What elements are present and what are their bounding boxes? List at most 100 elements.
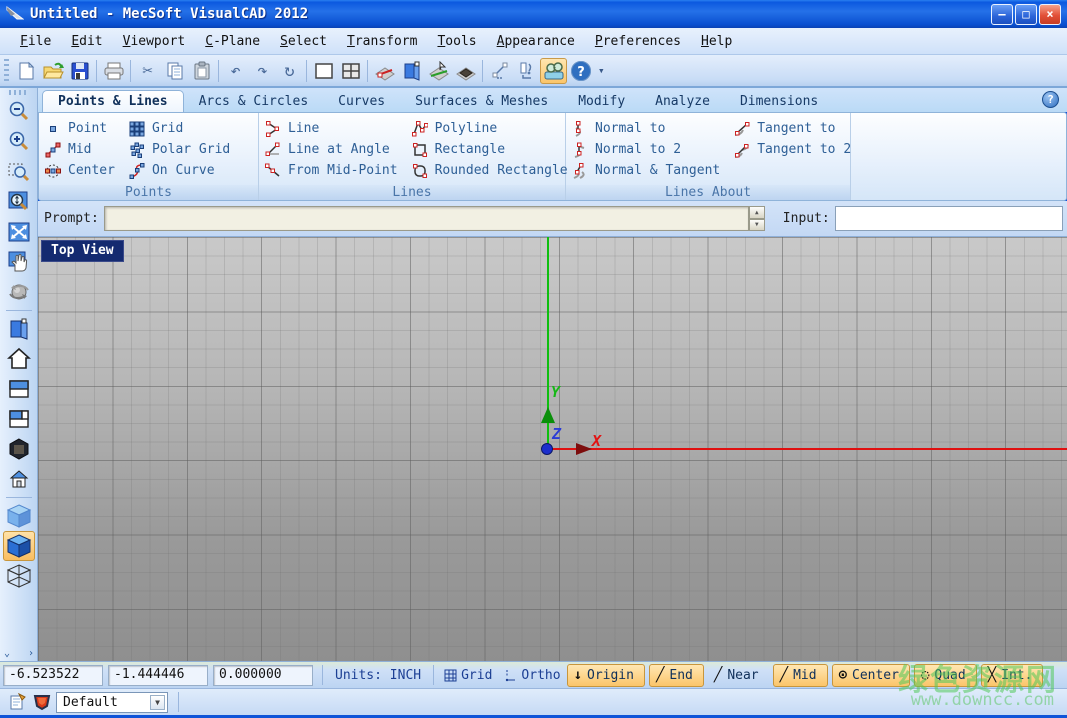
prompt-spinner[interactable]: ▲ ▼ xyxy=(749,206,765,231)
tab-arcs-circles[interactable]: Arcs & Circles xyxy=(184,91,324,112)
menu-file[interactable]: File xyxy=(10,31,61,52)
tab-modify[interactable]: Modify xyxy=(563,91,640,112)
sidebar-scroll-down-icon[interactable]: › xyxy=(28,648,34,659)
zoom-window-button[interactable] xyxy=(3,157,35,187)
ribbon-item-mid[interactable]: Mid xyxy=(45,139,115,160)
four-viewport-button[interactable] xyxy=(337,58,364,84)
menu-select[interactable]: Select xyxy=(270,31,337,52)
ribbon-item-rectangle[interactable]: Rectangle xyxy=(412,139,568,160)
ortho-toggle[interactable]: Ortho xyxy=(504,668,560,683)
repeat-button[interactable]: ↻ xyxy=(276,58,303,84)
save-button[interactable] xyxy=(66,58,93,84)
ribbon-item-tangent-to-2[interactable]: Tangent to 2 xyxy=(734,139,851,160)
cplane-pick-button[interactable] xyxy=(425,58,452,84)
tab-surfaces-meshes[interactable]: Surfaces & Meshes xyxy=(400,91,563,112)
menu-appearance[interactable]: Appearance xyxy=(487,31,585,52)
tab-dimensions[interactable]: Dimensions xyxy=(725,91,833,112)
tab-points-lines[interactable]: Points & Lines xyxy=(42,90,184,112)
input-field[interactable] xyxy=(835,206,1063,231)
new-file-button[interactable] xyxy=(12,58,39,84)
single-viewport-button[interactable] xyxy=(310,58,337,84)
y-axis-arrow-icon xyxy=(541,407,555,423)
snap-quad-button[interactable]: ◌ Quad xyxy=(914,664,977,687)
box-view-button[interactable] xyxy=(3,314,35,344)
undo-button[interactable]: ↶ xyxy=(222,58,249,84)
tab-curves[interactable]: Curves xyxy=(323,91,400,112)
menu-edit[interactable]: Edit xyxy=(61,31,112,52)
snap-origin-button[interactable]: ↓ Origin xyxy=(567,664,645,687)
layer-color-button[interactable] xyxy=(30,691,54,713)
zoom-out-button[interactable] xyxy=(3,97,35,127)
ribbon-item-point[interactable]: Point xyxy=(45,118,115,139)
ribbon-item-line[interactable]: Line xyxy=(265,118,398,139)
maximize-button[interactable]: □ xyxy=(1015,4,1037,25)
rotate-view-button[interactable] xyxy=(3,277,35,307)
dark-box-view-button[interactable] xyxy=(3,434,35,464)
menu-tools[interactable]: Tools xyxy=(427,31,486,52)
sidebar-scroll-up-icon[interactable]: ⌄ xyxy=(4,648,10,659)
open-file-button[interactable] xyxy=(39,58,66,84)
ribbon-item-line-at-angle[interactable]: Line at Angle xyxy=(265,139,398,160)
snap-end-button[interactable]: ╱ End xyxy=(649,664,704,687)
house-3d-view-button[interactable] xyxy=(3,464,35,494)
snap-center-button[interactable]: ⊙ Center xyxy=(832,664,910,687)
ribbon-help-icon[interactable]: ? xyxy=(1042,91,1059,108)
layer-dropdown[interactable]: Default ▼ xyxy=(56,692,168,713)
ribbon-item-from-mid-point[interactable]: From Mid-Point xyxy=(265,160,398,181)
layer-properties-button[interactable] xyxy=(6,691,30,713)
zoom-in-button[interactable] xyxy=(3,127,35,157)
spinner-down-icon[interactable]: ▼ xyxy=(749,219,765,232)
ribbon-item-polar-grid[interactable]: Polar Grid xyxy=(129,139,230,160)
world-cplane-button[interactable] xyxy=(452,58,479,84)
menu-cplane[interactable]: C-Plane xyxy=(195,31,270,52)
view-box-button[interactable] xyxy=(398,58,425,84)
zoom-selected-button[interactable] xyxy=(3,187,35,217)
ribbon-item-normal-tangent[interactable]: Normal & Tangent xyxy=(572,160,720,181)
viewport-canvas[interactable]: Top View X Y Z xyxy=(38,237,1067,661)
close-button[interactable]: × xyxy=(1039,4,1061,25)
home-view-button[interactable] xyxy=(3,344,35,374)
stretch-points-button[interactable] xyxy=(486,58,513,84)
sidebar-scroll[interactable]: ⌄ › xyxy=(0,648,38,659)
top-face-view-button[interactable] xyxy=(3,374,35,404)
ribbon-item-grid[interactable]: Grid xyxy=(129,118,230,139)
probe-button[interactable] xyxy=(513,58,540,84)
print-button[interactable] xyxy=(100,58,127,84)
menu-viewport[interactable]: Viewport xyxy=(113,31,196,52)
ribbon-item-normal-to[interactable]: Normal to xyxy=(572,118,720,139)
ghost-shaded-display-button[interactable] xyxy=(3,501,35,531)
ribbon-item-center[interactable]: Center xyxy=(45,160,115,181)
menu-preferences[interactable]: Preferences xyxy=(585,31,691,52)
prompt-field[interactable] xyxy=(104,206,749,231)
cplane-origin-button[interactable] xyxy=(371,58,398,84)
grid-toggle[interactable]: Grid xyxy=(444,668,492,683)
snap-mid-button[interactable]: ╱ Mid xyxy=(773,664,828,687)
ribbon-item-rounded-rectangle[interactable]: Rounded Rectangle xyxy=(412,160,568,181)
shaded-display-button[interactable] xyxy=(3,531,35,561)
minimize-button[interactable]: – xyxy=(991,4,1013,25)
ribbon-group-points: Point Mid xyxy=(39,113,259,200)
wireframe-display-button[interactable] xyxy=(3,561,35,591)
ribbon-item-normal-to-2[interactable]: Normal to 2 xyxy=(572,139,720,160)
corner-face-view-button[interactable] xyxy=(3,404,35,434)
tab-analyze[interactable]: Analyze xyxy=(640,91,725,112)
help-button[interactable]: ? xyxy=(567,58,594,84)
paste-button[interactable] xyxy=(188,58,215,84)
cut-button[interactable]: ✂ xyxy=(134,58,161,84)
redo-button[interactable]: ↷ xyxy=(249,58,276,84)
view-label[interactable]: Top View xyxy=(41,240,124,262)
menu-help[interactable]: Help xyxy=(691,31,742,52)
toolbar-overflow-button[interactable]: ▾ xyxy=(598,64,605,77)
copy-button[interactable] xyxy=(161,58,188,84)
spinner-up-icon[interactable]: ▲ xyxy=(749,206,765,219)
ribbon-item-tangent-to[interactable]: Tangent to xyxy=(734,118,851,139)
ribbon-item-polyline[interactable]: Polyline xyxy=(412,118,568,139)
menu-transform[interactable]: Transform xyxy=(337,31,427,52)
snap-near-button[interactable]: ╱ Near xyxy=(708,664,769,687)
pan-button[interactable] xyxy=(3,247,35,277)
ribbon-item-on-curve[interactable]: On Curve xyxy=(129,160,230,181)
appearance-button[interactable] xyxy=(540,58,567,84)
chevron-down-icon[interactable]: ▼ xyxy=(150,695,165,710)
zoom-extents-button[interactable] xyxy=(3,217,35,247)
snap-int-button[interactable]: ╳ Int. xyxy=(981,664,1044,687)
